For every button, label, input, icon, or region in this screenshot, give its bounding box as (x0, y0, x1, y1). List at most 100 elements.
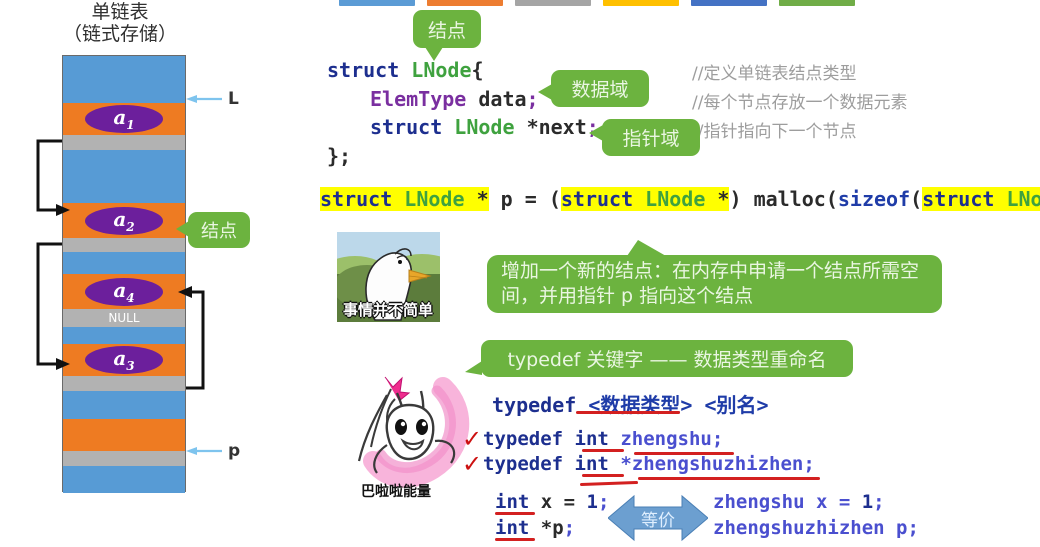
node-value-a1: a1 (85, 105, 163, 133)
callout-node-code-label: 结点 (427, 19, 466, 42)
diagram-title: 单链表 （链式存储） (20, 1, 220, 46)
top-bar-4 (603, 0, 679, 6)
callout-tail (589, 125, 603, 141)
callout-tail (425, 47, 443, 61)
callout-new-node: 增加一个新的结点：在内存中申请一个结点所需空间，并用指针 p 指向这个结点 (487, 240, 942, 313)
cell-node-a4: a4 (63, 274, 185, 309)
cell-blue-1 (63, 150, 185, 203)
malloc-kw-struct-3: struct (922, 187, 995, 211)
malloc-star-1: * (476, 187, 489, 211)
typedef-arg-alias: <别名> (704, 393, 769, 417)
equivalence-arrow: 等价 (607, 494, 709, 542)
cell-node-a1: a1 (63, 103, 185, 135)
typedef-type-2: int (574, 453, 609, 475)
diagram-title-line2: （链式存储） (62, 22, 177, 45)
equiv-right-semi-2: ; (907, 517, 919, 539)
node-label-a1: a1 (113, 105, 135, 132)
cell-blue-4 (63, 391, 185, 419)
keyword-struct: struct (327, 58, 400, 82)
typedef-name-1: zhengshu (620, 428, 712, 450)
malloc-ty-lnode-3: LNode (1006, 187, 1040, 211)
equiv-right-text-2: zhengshuzhizhen p (713, 517, 908, 539)
equiv-left-semi-2: ; (563, 517, 576, 539)
diagram-title-line1: 单链表 (91, 1, 149, 23)
cell-next-a2 (63, 238, 185, 252)
malloc-fn: malloc (753, 187, 826, 211)
cell-node-a2: a2 (63, 203, 185, 238)
code-comment-2: //每个节点存放一个数据元素 (692, 93, 908, 113)
code-equiv-left-1: int x = 1; (495, 491, 609, 513)
callout-new-node-label: 增加一个新的结点：在内存中申请一个结点所需空间，并用指针 p 指向这个结点 (501, 260, 920, 308)
equiv-right-num-1: 1 (861, 491, 874, 513)
equiv-left-rest-2: *p (529, 517, 564, 539)
code-equiv-right-1: zhengshu x = 1; (713, 491, 885, 513)
malloc-ty-lnode-1: LNode (404, 187, 465, 211)
code-struct-line1: struct LNode{ (327, 58, 484, 82)
callout-typedef-keyword: typedef 关键字 —— 数据类型重命名 (465, 340, 853, 377)
typedef-kw-2: typedef (483, 453, 564, 475)
malloc-kw-struct-1: struct (320, 187, 393, 211)
typedef-kw-1: typedef (483, 428, 564, 450)
callout-tail (538, 84, 552, 100)
node-label-a2: a2 (113, 206, 135, 234)
brace-open: { (471, 58, 484, 82)
equiv-left-rest-1: x = (529, 491, 587, 513)
cell-next-a1 (63, 135, 185, 150)
link-a2-a3 (36, 242, 62, 366)
node-value-a2: a2 (85, 206, 163, 235)
top-bar-1 (339, 0, 415, 6)
null-label: NULL (108, 311, 140, 325)
top-bar-5 (691, 0, 767, 6)
pointer-arrow-p (186, 447, 222, 455)
girl-image: 巴啦啦能量 (325, 365, 485, 505)
pointer-label-p: p (228, 441, 241, 461)
underline-zhengshuzhizhen (638, 477, 820, 480)
typedef-name-2: *zhengshuzhizhen (620, 453, 804, 475)
type-elemtype: ElemType (370, 87, 467, 111)
cell-blue-0 (63, 56, 185, 103)
callout-pointer-field-label: 指针域 (622, 128, 680, 150)
callout-tail (627, 240, 666, 256)
callout-tail (176, 221, 189, 237)
malloc-mid-2: ) (729, 187, 754, 211)
code-typedef-example-2: typedef int *zhengshuzhizhen; (483, 453, 815, 475)
code-equiv-right-2: zhengshuzhizhen p; (713, 517, 919, 539)
cell-node-a3: a3 (63, 344, 185, 376)
underline-int-2 (582, 474, 624, 477)
typedef-semi-2: ; (803, 453, 815, 475)
malloc-paren-2: ( (910, 187, 923, 211)
duck-image: 事情并不简单 (337, 232, 440, 322)
callout-pointer-field: 指针域 (589, 119, 700, 156)
cell-blue-2 (63, 252, 185, 274)
node-label-a3: a3 (113, 346, 135, 373)
girl-caption: 巴啦啦能量 (361, 484, 431, 500)
malloc-paren-1: ( (825, 187, 838, 211)
typedef-type-1: int (574, 428, 609, 450)
pointer-label-L: L (228, 89, 239, 109)
stray-red-mark (579, 480, 639, 487)
keyword-struct-2: struct (370, 115, 443, 139)
pointer-arrow-L (186, 95, 222, 103)
cell-node-new (63, 419, 185, 451)
equiv-left-type-1: int (495, 491, 530, 513)
node-label-a4: a4 (113, 277, 135, 305)
link-a1-a2 (36, 139, 62, 212)
node-value-a3: a3 (85, 346, 163, 374)
malloc-ty-lnode-2: LNode (645, 187, 706, 211)
semicolon-1: ; (526, 87, 539, 111)
callout-typedef-keyword-label: typedef 关键字 —— 数据类型重命名 (507, 349, 827, 371)
field-next: *next (526, 115, 587, 139)
cell-next-a4-null: NULL (63, 309, 185, 327)
top-bar-6 (779, 0, 855, 6)
link-a3-a4 (186, 290, 205, 390)
callout-node-code: 结点 (413, 10, 481, 61)
code-malloc-line: struct LNode * p = (struct LNode *) mall… (320, 187, 1040, 211)
underline-int-1 (582, 449, 624, 452)
cell-next-a3 (63, 376, 185, 391)
code-typedef-example-1: typedef int zhengshu; (483, 428, 723, 450)
code-comment-3: //指针指向下一个节点 (692, 122, 857, 142)
equiv-left-num-1: 1 (586, 491, 598, 513)
typedef-keyword: typedef (492, 393, 577, 417)
code-struct-line4: }; (327, 144, 352, 168)
duck-caption: 事情并不简单 (343, 301, 434, 319)
